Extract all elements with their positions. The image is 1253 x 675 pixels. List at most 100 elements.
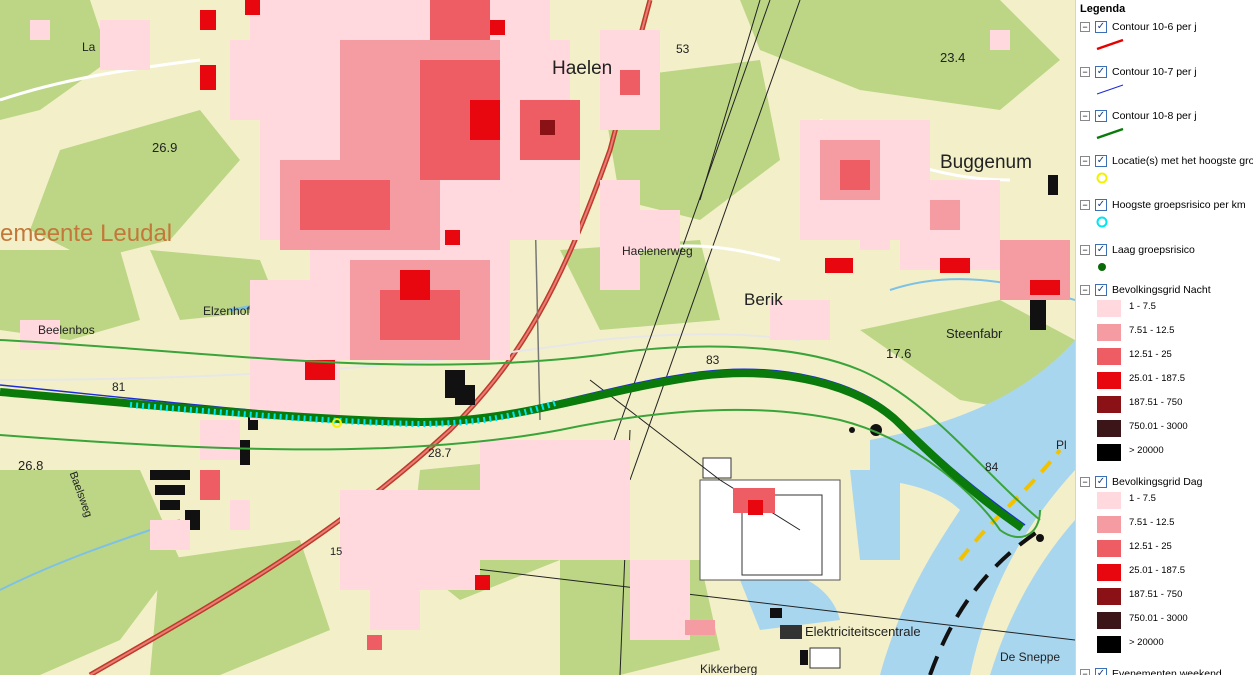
expand-toggle[interactable]: −: [1080, 244, 1090, 255]
expand-toggle[interactable]: −: [1080, 285, 1090, 295]
legend-bin-label: 750.01 - 3000: [1129, 421, 1188, 432]
legend-swatch: [1097, 540, 1121, 557]
layer-checkbox[interactable]: ✓: [1095, 65, 1107, 78]
legend-swatch: [1097, 444, 1121, 461]
legend-layer-layer-2: − ✓ Contour 10-8 per j: [1076, 110, 1253, 124]
legend-layer-layer-1: − ✓ Contour 10-7 per j: [1076, 65, 1253, 80]
place-label-de-sneppe: De Sneppe: [1000, 650, 1061, 664]
elevation-label: 23.4: [940, 50, 966, 65]
place-label-partial: La: [82, 40, 96, 54]
expand-toggle[interactable]: −: [1080, 155, 1090, 166]
legend-bin-label: 187.51 - 750: [1129, 397, 1183, 408]
legend-swatch: [1097, 372, 1121, 389]
legend-panel: Legenda − ✓ Contour 10-6 per j − ✓ Contour 10…: [1075, 0, 1253, 675]
legend-swatch: [1097, 300, 1121, 317]
road-label-haelenerweg: Haelenerweg: [622, 244, 693, 258]
km-marker-label: 53: [676, 42, 690, 56]
expand-toggle[interactable]: −: [1080, 66, 1090, 77]
legend-bin: 750.01 - 3000: [1095, 418, 1253, 441]
legend-bin-label: 187.51 - 750: [1129, 589, 1183, 600]
legend-bin: 7.51 - 12.5: [1095, 514, 1253, 537]
legend-bin: 187.51 - 750: [1095, 586, 1253, 609]
place-label-pl: Pl: [1056, 438, 1067, 452]
elevation-label: 26.9: [152, 140, 178, 155]
legend-bin: 25.01 - 187.5: [1095, 370, 1253, 393]
layer-label: Contour 10-8 per j: [1112, 110, 1197, 122]
legend-layer-events-weekend: − ✓ Evenementen weekend: [1076, 668, 1253, 675]
legend-title: Legenda: [1080, 3, 1126, 15]
legend-bin: 187.51 - 750: [1095, 394, 1253, 417]
layer-checkbox[interactable]: ✓: [1095, 476, 1107, 488]
place-label-buggenum: Buggenum: [940, 152, 1032, 173]
legend-bin: 7.51 - 12.5: [1095, 322, 1253, 345]
km-marker-label: 83: [706, 353, 720, 367]
layer-label: Hoogste groepsrisico per km: [1112, 199, 1246, 211]
legend-layer-layer-4: − ✓ Hoogste groepsrisico per km: [1076, 199, 1253, 213]
legend-bin: > 20000: [1095, 442, 1253, 465]
legend-bin-label: 12.51 - 25: [1129, 349, 1172, 360]
layer-label: Locatie(s) met het hoogste gro: [1112, 154, 1253, 167]
place-label-kikkerberg: Kikkerberg: [700, 662, 758, 675]
legend-bin-label: 1 - 7.5: [1129, 301, 1156, 312]
legend-bin: 1 - 7.5: [1095, 490, 1253, 513]
expand-toggle[interactable]: −: [1080, 477, 1090, 487]
expand-toggle[interactable]: −: [1080, 200, 1090, 210]
legend-symbol-line: [1096, 84, 1124, 94]
legend-symbol-circle: [1096, 172, 1108, 183]
legend-layer-grid-0: − ✓ Bevolkingsgrid Nacht: [1076, 284, 1253, 298]
place-label-steenfabriek: Steenfabr: [946, 326, 1003, 341]
legend-bin-label: 750.01 - 3000: [1129, 613, 1188, 624]
expand-toggle[interactable]: −: [1080, 22, 1090, 32]
legend-swatch: [1097, 396, 1121, 413]
legend-swatch: [1097, 492, 1121, 509]
legend-layer-layer-5: − ✓ Laag groepsrisico: [1076, 243, 1253, 258]
map-canvas: [0, 0, 1075, 675]
elevation-label: 26.8: [18, 458, 44, 473]
legend-swatch: [1097, 420, 1121, 437]
layer-label: Contour 10-6 per j: [1112, 21, 1197, 33]
layer-label: Laag groepsrisico: [1112, 243, 1195, 256]
legend-bin: 750.01 - 3000: [1095, 610, 1253, 633]
legend-symbol-circle: [1096, 216, 1108, 228]
legend-bin-label: 1 - 7.5: [1129, 493, 1156, 504]
layer-checkbox[interactable]: ✓: [1095, 668, 1107, 675]
layer-label: Bevolkingsgrid Dag: [1112, 476, 1203, 488]
legend-bin-label: 25.01 - 187.5: [1129, 565, 1185, 576]
legend-bin-label: > 20000: [1129, 445, 1164, 456]
legend-bin-label: 7.51 - 12.5: [1129, 325, 1175, 336]
layer-label: Evenementen weekend: [1112, 668, 1222, 675]
layer-checkbox[interactable]: ✓: [1095, 199, 1107, 211]
legend-bin: 12.51 - 25: [1095, 346, 1253, 369]
legend-bin-label: 12.51 - 25: [1129, 541, 1172, 552]
layer-checkbox[interactable]: ✓: [1095, 154, 1107, 167]
place-label-haelen: Haelen: [552, 58, 613, 79]
legend-bin-label: > 20000: [1129, 637, 1164, 648]
legend-swatch: [1097, 324, 1121, 341]
legend-bin-label: 7.51 - 12.5: [1129, 517, 1175, 528]
layer-checkbox[interactable]: ✓: [1095, 243, 1107, 256]
legend-bin-label: 25.01 - 187.5: [1129, 373, 1185, 384]
legend-layer-layer-0: − ✓ Contour 10-6 per j: [1076, 21, 1253, 35]
place-label-beelenbos: Beelenbos: [38, 323, 95, 337]
expand-toggle[interactable]: −: [1080, 669, 1090, 675]
legend-bin: > 20000: [1095, 634, 1253, 657]
km-marker-label: 84: [985, 460, 999, 474]
layer-checkbox[interactable]: ✓: [1095, 21, 1107, 33]
legend-layer-layer-3: − ✓ Locatie(s) met het hoogste gro: [1076, 154, 1253, 169]
place-label-elzenhof: Elzenhof: [203, 304, 250, 318]
road-number-label: 15: [330, 546, 343, 558]
place-label-elektriciteitscentrale: Elektriciteitscentrale: [805, 624, 921, 639]
layer-checkbox[interactable]: ✓: [1095, 110, 1107, 122]
legend-swatch: [1097, 636, 1121, 653]
route-end: [1036, 534, 1044, 542]
expand-toggle[interactable]: −: [1080, 111, 1090, 121]
layer-label: Contour 10-7 per j: [1112, 65, 1197, 78]
legend-symbol-line: [1096, 38, 1124, 51]
layer-checkbox[interactable]: ✓: [1095, 284, 1107, 296]
legend-swatch: [1097, 516, 1121, 533]
legend-layer-grid-1: − ✓ Bevolkingsgrid Dag: [1076, 476, 1253, 490]
map-view[interactable]: Buggenum emeente Leudal Beelenbos Elzenh…: [0, 0, 1075, 675]
municipality-label: emeente Leudal: [0, 220, 173, 247]
legend-swatch: [1097, 348, 1121, 365]
legend-bin: 1 - 7.5: [1095, 298, 1253, 321]
